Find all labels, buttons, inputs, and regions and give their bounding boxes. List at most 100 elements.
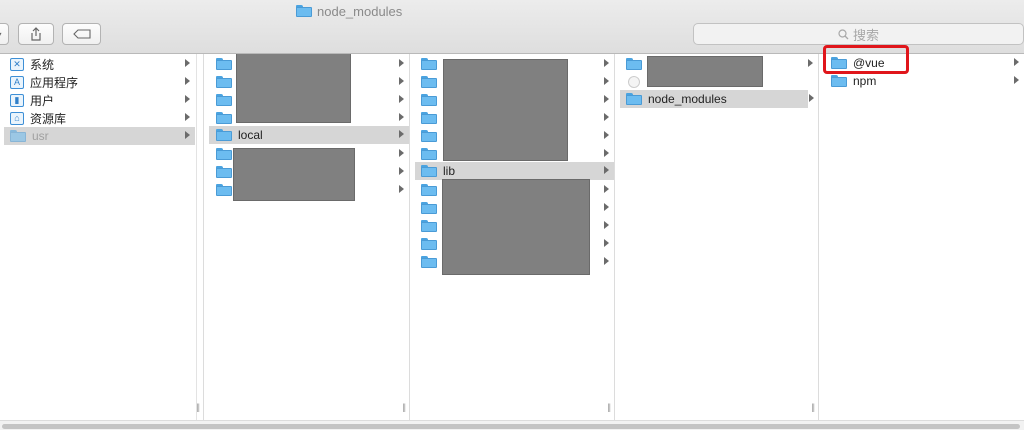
chevron-right-icon: [399, 77, 404, 85]
chevron-down-icon: ▾: [0, 30, 2, 39]
search-icon: [838, 28, 849, 39]
chevron-right-icon: [604, 113, 609, 121]
folder-icon: [216, 94, 232, 106]
chevron-right-icon: [399, 95, 404, 103]
chevron-right-icon: [399, 130, 404, 138]
window-title: node_modules: [296, 3, 402, 19]
redacted-region: [442, 179, 590, 275]
list-item-node-modules[interactable]: node_modules: [620, 90, 814, 108]
chevron-right-icon: [399, 59, 404, 67]
column-2: local ||: [204, 54, 410, 420]
horizontal-scrollbar[interactable]: [0, 420, 1024, 430]
redacted-region: [233, 148, 355, 201]
chevron-right-icon: [604, 77, 609, 85]
sidebar-item-users[interactable]: ▮ 用户: [10, 91, 195, 109]
chevron-right-icon: [604, 59, 609, 67]
chevron-right-icon: [399, 113, 404, 121]
column-scrollbar[interactable]: [196, 54, 203, 420]
folder-icon: [421, 165, 437, 177]
folder-icon: [421, 58, 437, 70]
folder-icon: [421, 202, 437, 214]
share-icon: [31, 27, 41, 41]
column-4: node_modules ||: [615, 54, 819, 420]
highlight-box: [823, 45, 909, 74]
folder-icon: [421, 220, 437, 232]
chevron-right-icon: [185, 77, 190, 85]
list-item-local[interactable]: local: [209, 126, 409, 144]
column-resize-handle[interactable]: ||: [402, 402, 406, 412]
tags-button[interactable]: [62, 23, 101, 45]
column-3: lib ||: [410, 54, 615, 420]
folder-icon: [10, 130, 26, 142]
chevron-right-icon: [185, 95, 190, 103]
folder-icon: [421, 112, 437, 124]
chevron-right-icon: [399, 167, 404, 175]
column-resize-handle[interactable]: ||: [196, 402, 200, 412]
chevron-right-icon: [604, 95, 609, 103]
chevron-right-icon: [185, 113, 190, 121]
column-resize-handle[interactable]: ||: [607, 402, 611, 412]
sidebar-item-label: 用户: [30, 93, 55, 108]
redacted-region: [236, 54, 351, 123]
list-item-label: node_modules: [648, 92, 727, 106]
folder-icon: [421, 130, 437, 142]
chevron-right-icon: [399, 149, 404, 157]
sidebar-item-library[interactable]: ⌂ 资源库: [10, 109, 195, 127]
list-item-label: lib: [443, 164, 456, 178]
sidebar-item-system[interactable]: ✕ 系统: [10, 55, 195, 73]
folder-icon: [421, 148, 437, 160]
users-icon: ▮: [10, 93, 24, 107]
chevron-right-icon: [604, 185, 609, 193]
chevron-right-icon: [1014, 76, 1019, 84]
applications-icon: A: [10, 75, 24, 89]
search-placeholder: 搜索: [852, 27, 879, 43]
folder-icon: [626, 58, 642, 70]
list-item-label: local: [238, 128, 263, 142]
folder-icon: [216, 76, 232, 88]
chevron-right-icon: [185, 59, 190, 67]
chevron-right-icon: [604, 203, 609, 211]
chevron-right-icon: [604, 257, 609, 265]
chevron-right-icon: [808, 59, 813, 67]
chevron-right-icon: [1014, 58, 1019, 66]
folder-icon: [216, 148, 232, 160]
chevron-right-icon: [604, 239, 609, 247]
folder-icon: [216, 184, 232, 196]
search-field[interactable]: 搜索: [693, 23, 1024, 45]
folder-icon: [421, 238, 437, 250]
folder-icon: [421, 256, 437, 268]
folder-icon: [216, 129, 232, 141]
folder-icon: [216, 112, 232, 124]
sidebar-item-label: 系统: [30, 57, 55, 72]
column-resize-handle[interactable]: ||: [811, 402, 815, 412]
window-title-text: node_modules: [317, 3, 403, 19]
column-5: @vue npm: [819, 54, 1024, 420]
folder-icon: [421, 76, 437, 88]
folder-icon: [626, 93, 642, 105]
sidebar-item-usr[interactable]: usr: [4, 127, 195, 145]
chevron-right-icon: [604, 149, 609, 157]
redacted-region: [443, 59, 568, 161]
chevron-right-icon: [604, 166, 609, 174]
folder-icon: [421, 94, 437, 106]
sidebar-item-applications[interactable]: A 应用程序: [10, 73, 195, 91]
list-item-label: npm: [853, 74, 877, 88]
chevron-right-icon: [604, 221, 609, 229]
redacted-region: [647, 56, 763, 87]
folder-icon: [216, 166, 232, 178]
list-item-lib[interactable]: lib: [415, 162, 614, 180]
chevron-right-icon: [185, 131, 190, 139]
list-item-npm[interactable]: npm: [819, 72, 1024, 90]
chevron-right-icon: [604, 131, 609, 139]
sidebar-item-label: usr: [32, 129, 49, 143]
share-button[interactable]: [18, 23, 54, 45]
folder-icon: [216, 58, 232, 70]
system-icon: ✕: [10, 57, 24, 71]
chevron-right-icon: [399, 185, 404, 193]
view-button[interactable]: ▾: [0, 23, 9, 45]
tag-icon: [72, 29, 91, 39]
scrollbar-thumb[interactable]: [2, 424, 1020, 429]
file-icon: [628, 76, 640, 88]
folder-icon: [421, 184, 437, 196]
folder-icon: [831, 75, 847, 87]
